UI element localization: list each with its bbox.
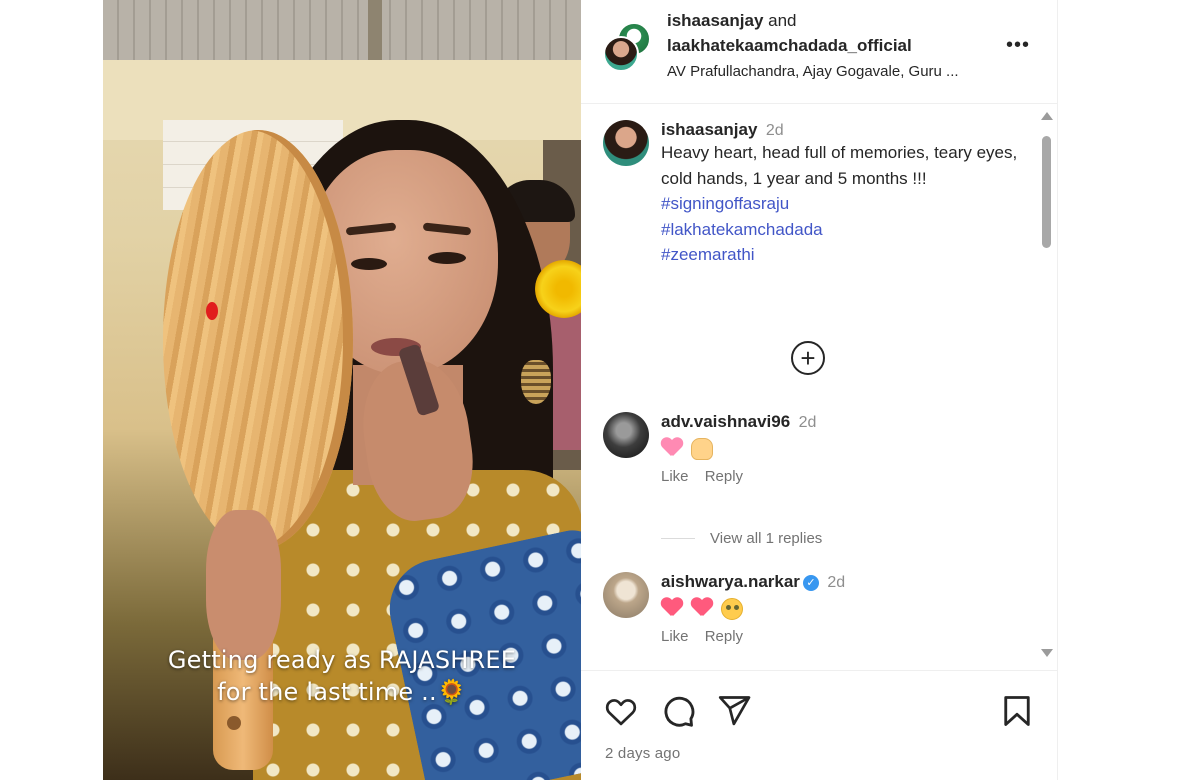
comment-actions: Like Reply xyxy=(661,468,1031,485)
scroll-down-arrow-icon[interactable] xyxy=(1041,649,1053,657)
view-replies-button[interactable]: View all 1 replies xyxy=(661,530,822,547)
reply-button[interactable]: Reply xyxy=(705,628,743,645)
like-post-button[interactable] xyxy=(603,693,639,729)
avatar[interactable] xyxy=(603,572,649,618)
post-footer: 2 days ago xyxy=(581,670,1058,780)
hand-holding-mirror xyxy=(206,510,281,660)
load-more-comments-button[interactable]: + xyxy=(791,341,825,375)
praying-hands-icon xyxy=(691,438,713,460)
eye-left xyxy=(351,258,387,270)
tin-roof xyxy=(103,0,581,60)
red-bindi-sticker xyxy=(206,302,218,320)
caption-time[interactable]: 2d xyxy=(766,122,784,139)
comment-emojis xyxy=(661,598,1031,620)
comment-bubble-icon xyxy=(664,696,695,727)
comments-scrollbar[interactable] xyxy=(1039,112,1053,667)
like-button[interactable]: Like xyxy=(661,468,689,485)
avatar[interactable] xyxy=(603,412,649,458)
comment-button[interactable] xyxy=(660,693,696,729)
more-options-button[interactable]: ••• xyxy=(1001,28,1035,62)
video-caption-line-2: for the last time ..🌻 xyxy=(217,678,467,706)
comment-time[interactable]: 2d xyxy=(799,414,817,431)
hashtag-link[interactable]: #signingoffasraju xyxy=(661,191,1031,217)
collab-avatars[interactable] xyxy=(603,22,651,72)
post-timestamp[interactable]: 2 days ago xyxy=(605,745,680,762)
comment-emojis xyxy=(661,438,1031,460)
hashtag-link[interactable]: #lakhatekamchadada xyxy=(661,217,1031,243)
scroll-up-arrow-icon[interactable] xyxy=(1041,112,1053,120)
bookmark-icon xyxy=(1004,696,1030,726)
header-username-1[interactable]: ishaasanjay xyxy=(667,11,763,30)
post-media[interactable]: Getting ready as RAJASHREE for the last … xyxy=(103,0,581,780)
comments-list[interactable]: ishaasanjay 2d Heavy heart, head full of… xyxy=(581,105,1058,670)
paper-plane-icon xyxy=(718,696,751,726)
caption-text: Heavy heart, head full of memories, tear… xyxy=(661,143,1018,188)
scrollbar-thumb[interactable] xyxy=(1042,136,1051,248)
comment-username[interactable]: aishwarya.narkar xyxy=(661,572,800,591)
hashtag-link[interactable]: #zeemarathi xyxy=(661,242,1031,268)
red-heart-icon xyxy=(691,598,713,618)
comment-body: aishwarya.narkar ✓ 2d Like Reply xyxy=(661,572,1031,645)
caption-username[interactable]: ishaasanjay xyxy=(661,120,757,139)
red-heart-icon xyxy=(661,598,683,618)
comment-time[interactable]: 2d xyxy=(827,574,845,591)
header-user-line: ishaasanjay and xyxy=(667,11,797,31)
verified-badge-icon: ✓ xyxy=(802,574,819,591)
view-replies-label: View all 1 replies xyxy=(710,530,823,547)
jhumka-earring xyxy=(521,360,551,404)
share-button[interactable] xyxy=(716,693,752,729)
comment-actions: Like Reply xyxy=(661,628,1031,645)
post-side-panel: ishaasanjay and laakhatekaamchadada_offi… xyxy=(581,0,1058,780)
header-and-text: and xyxy=(763,11,797,30)
avatar-ishaasanjay[interactable] xyxy=(603,36,639,72)
caption-body: ishaasanjay 2d Heavy heart, head full of… xyxy=(661,120,1031,268)
save-button[interactable] xyxy=(999,693,1035,729)
video-caption-line-1: Getting ready as RAJASHREE xyxy=(167,646,517,674)
avatar[interactable] xyxy=(603,120,649,166)
pink-heart-icon xyxy=(661,438,683,458)
header-username-2[interactable]: laakhatekaamchadada_official xyxy=(667,36,912,56)
reply-button[interactable]: Reply xyxy=(705,468,743,485)
audio-attribution[interactable]: AV Prafullachandra, Ajay Gogavale, Guru … xyxy=(667,63,959,80)
post-header: ishaasanjay and laakhatekaamchadada_offi… xyxy=(581,0,1058,104)
comment-body: adv.vaishnavi96 2d Like Reply xyxy=(661,412,1031,485)
hand-mirror xyxy=(163,130,353,550)
more-dots-icon: ••• xyxy=(1005,34,1030,56)
heart-icon xyxy=(605,699,637,726)
mirror-handle-hole xyxy=(227,716,241,730)
plus-icon: + xyxy=(800,343,816,373)
comment-username[interactable]: adv.vaishnavi96 xyxy=(661,412,790,431)
like-button[interactable]: Like xyxy=(661,628,689,645)
eye-right xyxy=(428,252,466,264)
star-struck-face-icon xyxy=(721,598,743,620)
